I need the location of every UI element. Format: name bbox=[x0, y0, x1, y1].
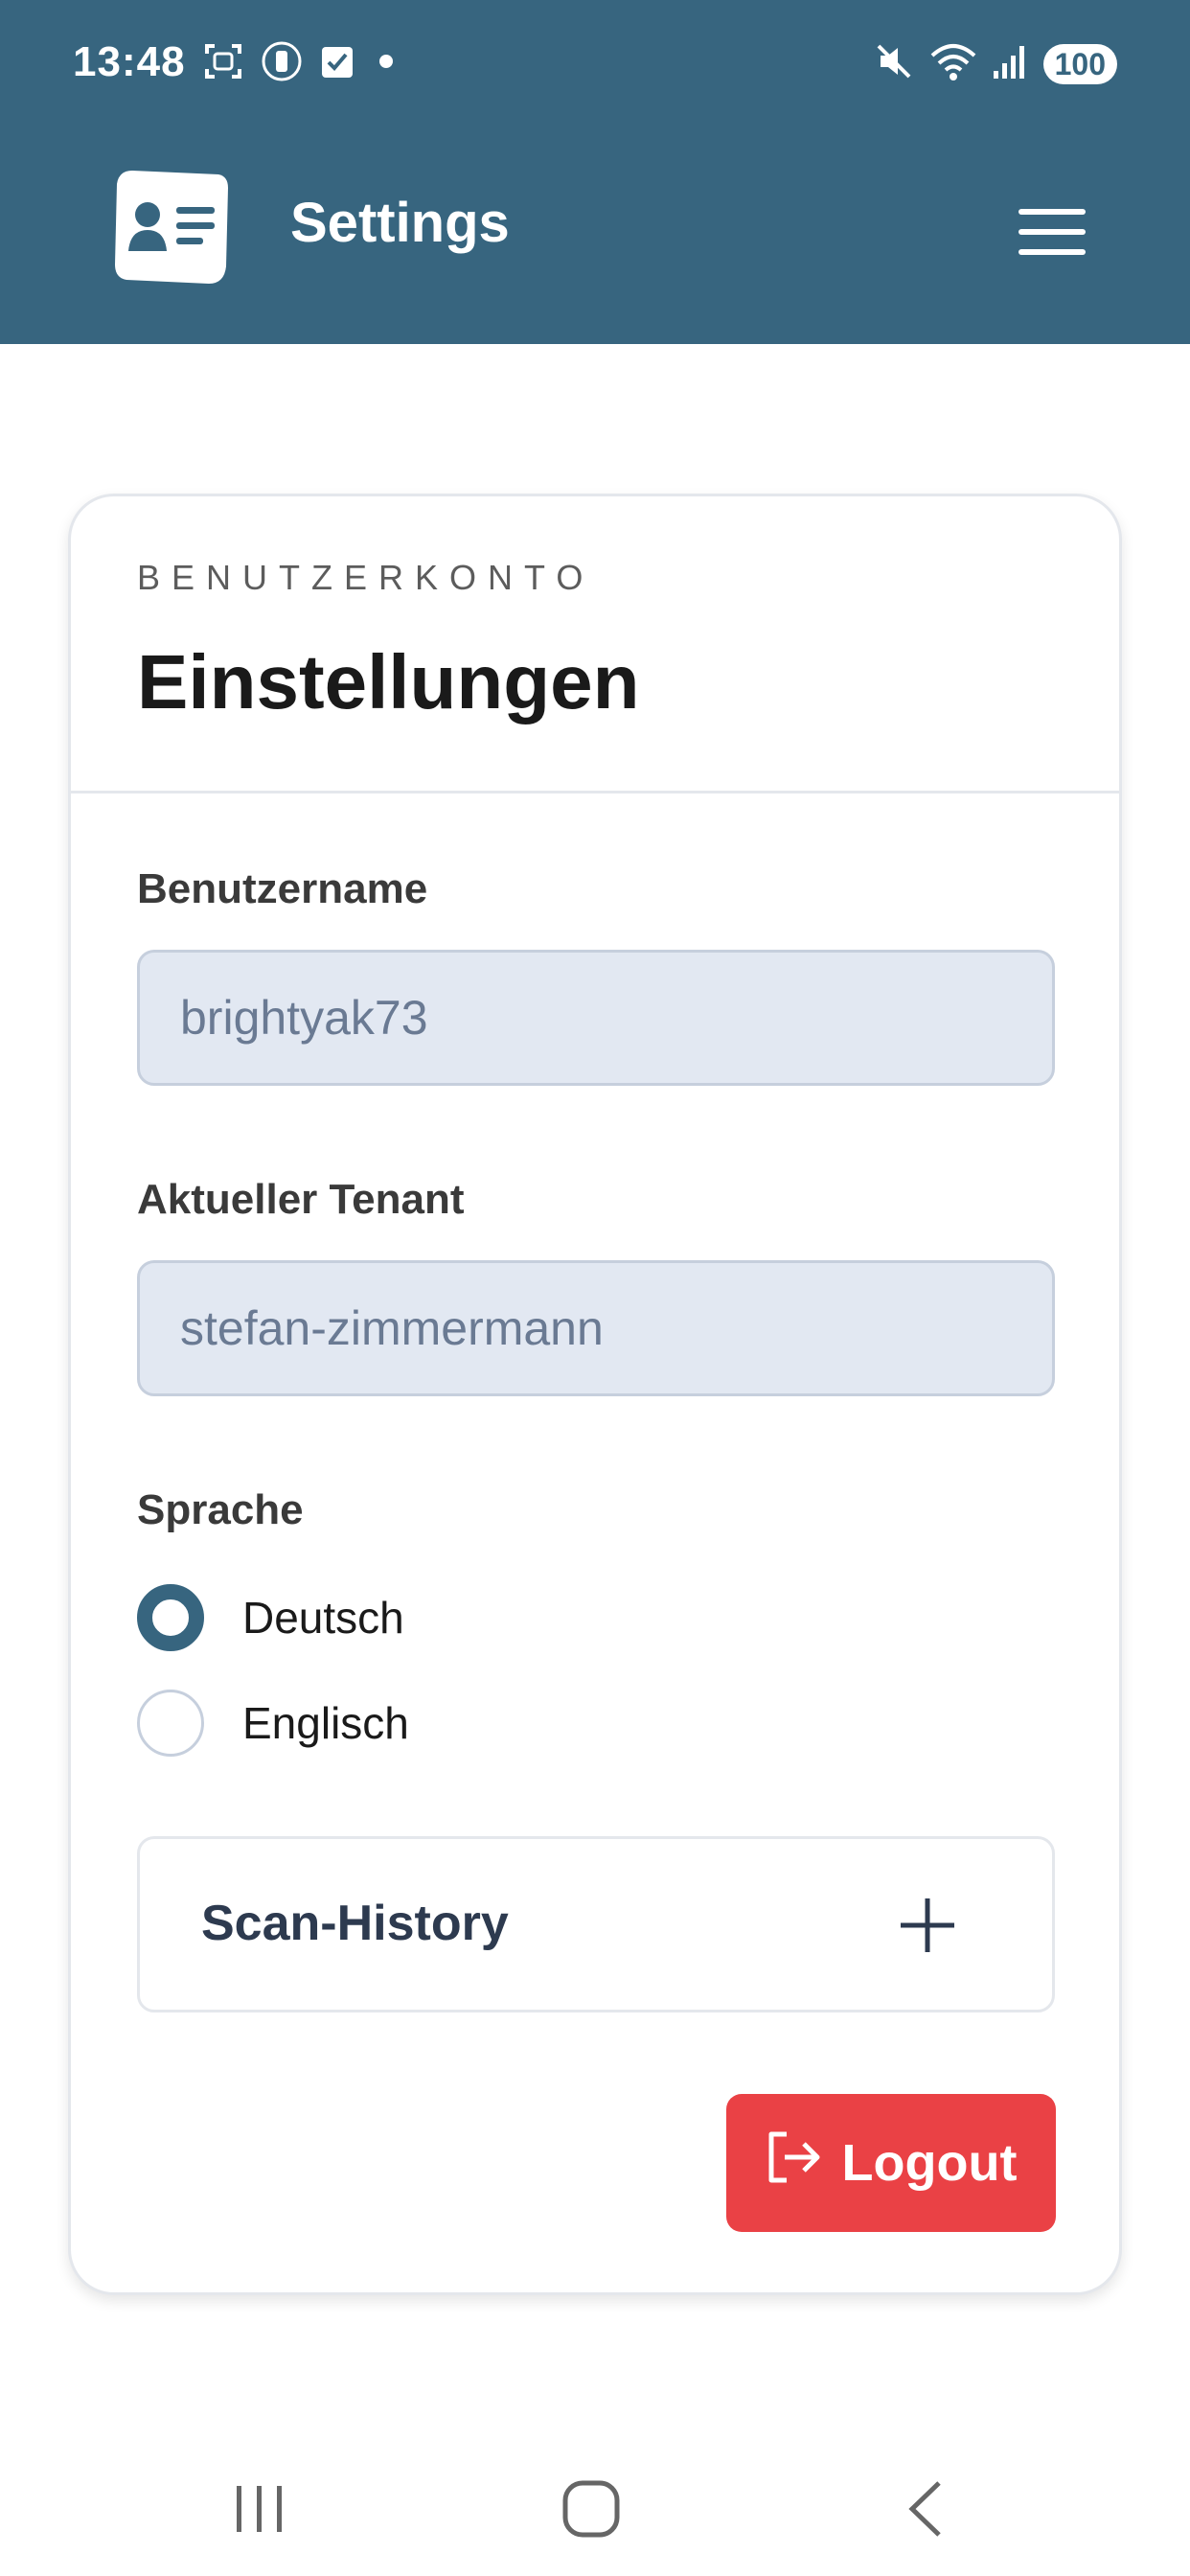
radio-checked-icon[interactable] bbox=[137, 1584, 204, 1651]
card-header: BENUTZERKONTO Einstellungen bbox=[71, 496, 1119, 794]
tenant-label: Aktueller Tenant bbox=[137, 1176, 465, 1223]
scan-history-accordion[interactable]: Scan-History bbox=[137, 1836, 1055, 2012]
recent-apps-icon bbox=[233, 2482, 286, 2541]
logout-icon bbox=[766, 2130, 821, 2196]
tenant-field[interactable]: stefan-zimmermann bbox=[137, 1260, 1055, 1396]
logout-label: Logout bbox=[841, 2134, 1018, 2192]
task-check-icon bbox=[320, 43, 355, 84]
card-title: Einstellungen bbox=[137, 639, 640, 724]
app-bar: Settings bbox=[0, 130, 1190, 344]
radio-label-englisch: Englisch bbox=[242, 1698, 409, 1748]
dot-icon bbox=[372, 47, 400, 80]
username-label: Benutzername bbox=[137, 865, 428, 912]
status-bar: 13:48 100 bbox=[0, 0, 1190, 130]
wifi-icon bbox=[928, 40, 978, 87]
status-icons-left bbox=[203, 40, 400, 87]
signal-icon bbox=[992, 42, 1030, 85]
vibrate-icon bbox=[261, 40, 303, 87]
plus-icon[interactable] bbox=[899, 1897, 956, 1954]
status-time: 13:48 bbox=[73, 38, 186, 85]
home-icon bbox=[561, 2479, 621, 2543]
system-nav-bar bbox=[0, 2415, 1190, 2576]
language-label: Sprache bbox=[137, 1486, 304, 1533]
screenshot-icon bbox=[203, 42, 243, 85]
logout-button[interactable]: Logout bbox=[726, 2094, 1056, 2232]
radio-label-deutsch: Deutsch bbox=[242, 1593, 404, 1643]
app-header: 13:48 100 Settings bbox=[0, 0, 1190, 344]
recent-apps-button[interactable] bbox=[202, 2453, 317, 2568]
menu-button[interactable] bbox=[1006, 197, 1098, 270]
username-field[interactable]: brightyak73 bbox=[137, 950, 1055, 1086]
language-option-englisch[interactable]: Englisch bbox=[137, 1689, 409, 1758]
mute-icon bbox=[873, 40, 915, 87]
hamburger-icon bbox=[1018, 207, 1086, 262]
home-button[interactable] bbox=[534, 2453, 649, 2568]
card-eyebrow: BENUTZERKONTO bbox=[137, 558, 595, 597]
settings-card: BENUTZERKONTO Einstellungen Benutzername… bbox=[68, 494, 1122, 2295]
back-icon bbox=[906, 2479, 945, 2543]
battery-indicator: 100 bbox=[1042, 43, 1117, 84]
back-button[interactable] bbox=[868, 2453, 983, 2568]
scan-history-title: Scan-History bbox=[201, 1896, 509, 1951]
radio-unchecked-icon[interactable] bbox=[137, 1690, 204, 1757]
page-title: Settings bbox=[290, 192, 510, 254]
language-option-deutsch[interactable]: Deutsch bbox=[137, 1583, 404, 1652]
status-icons-right: 100 bbox=[873, 40, 1117, 87]
id-card-icon bbox=[113, 165, 230, 289]
